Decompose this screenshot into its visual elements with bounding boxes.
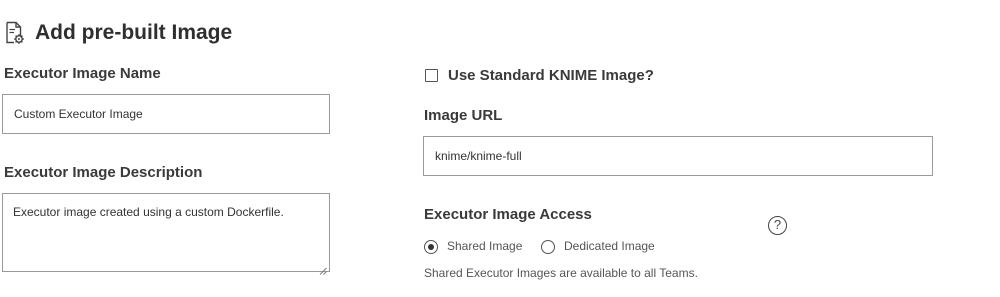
dedicated-image-radio[interactable] bbox=[541, 240, 555, 254]
access-note-text: Shared Executor Images are available to … bbox=[424, 266, 698, 280]
page-header: Add pre-built Image bbox=[3, 18, 232, 48]
executor-image-description-textarea[interactable] bbox=[2, 193, 330, 272]
shared-image-radio[interactable] bbox=[424, 240, 438, 254]
executor-image-name-label: Executor Image Name bbox=[4, 65, 161, 82]
shared-image-radio-label[interactable]: Shared Image bbox=[447, 239, 522, 253]
add-prebuilt-image-form: Add pre-built Image Executor Image Name … bbox=[0, 0, 1000, 297]
use-standard-image-checkbox[interactable] bbox=[425, 69, 438, 82]
image-url-label: Image URL bbox=[424, 107, 503, 124]
image-url-input[interactable] bbox=[423, 136, 933, 176]
help-circle-icon[interactable]: ? bbox=[768, 216, 787, 235]
executor-image-access-label: Executor Image Access bbox=[424, 206, 592, 223]
page-title: Add pre-built Image bbox=[35, 21, 233, 44]
document-gear-icon bbox=[3, 20, 27, 46]
textarea-resize-handle[interactable] bbox=[319, 262, 327, 275]
dedicated-image-radio-label[interactable]: Dedicated Image bbox=[564, 239, 655, 253]
use-standard-image-label[interactable]: Use Standard KNIME Image? bbox=[448, 67, 654, 84]
executor-image-description-label: Executor Image Description bbox=[4, 164, 203, 181]
executor-image-name-input[interactable] bbox=[2, 94, 330, 134]
